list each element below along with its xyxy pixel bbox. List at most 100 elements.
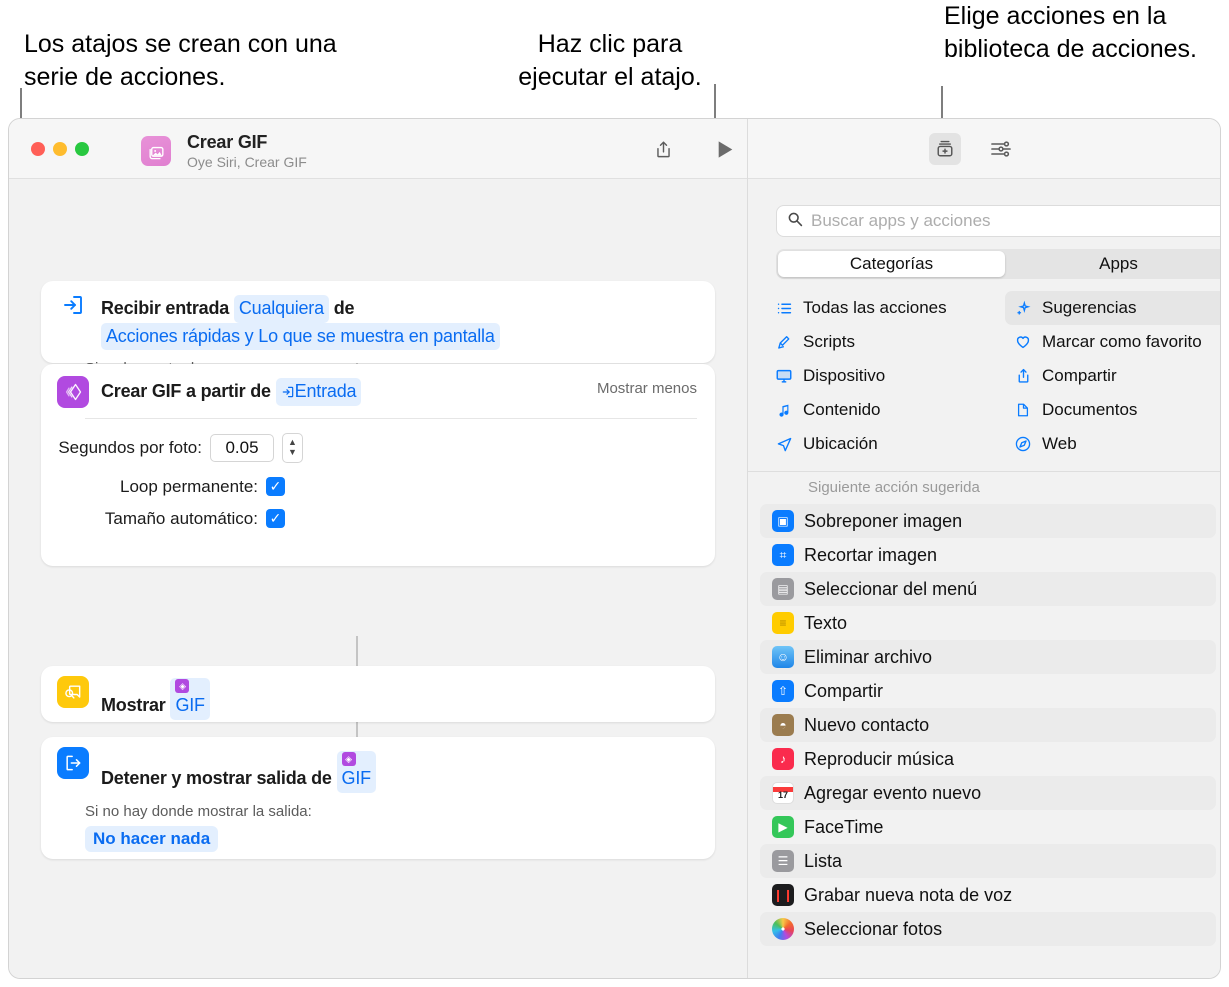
- list-item-label: Texto: [804, 613, 847, 634]
- shortcuts-gif-icon: [57, 376, 89, 408]
- category-marcar-como-favorito[interactable]: Marcar como favorito: [1005, 325, 1221, 359]
- param-seconds-per-photo[interactable]: Segundos por foto: 0.05 ▲▼: [41, 433, 303, 463]
- action-token-gif[interactable]: ◈GIF: [170, 678, 209, 720]
- close-window-button[interactable]: [31, 142, 45, 156]
- loop-forever-checkbox[interactable]: ✓: [266, 477, 285, 496]
- action-title-part: Crear GIF a partir de: [101, 381, 271, 401]
- action-library-panel: Buscar apps y acciones Categorías Apps T…: [748, 179, 1220, 978]
- action-divider: [85, 418, 697, 419]
- gif-variable-icon: ◈: [342, 752, 356, 766]
- token-no-hacer-nada[interactable]: No hacer nada: [85, 826, 218, 852]
- category-label: Compartir: [1042, 366, 1117, 386]
- search-icon: [787, 211, 803, 232]
- contacts-icon: ◓: [772, 714, 794, 736]
- finder-icon: ☺: [772, 646, 794, 668]
- suggestions-header: Siguiente acción sugerida: [808, 479, 980, 496]
- category-label: Sugerencias: [1042, 298, 1137, 318]
- music-note-icon: [774, 402, 794, 419]
- shortcut-details-button[interactable]: [985, 133, 1017, 165]
- action-card-stop-and-output[interactable]: Detener y mostrar salida de ◈GIF Si no h…: [41, 737, 715, 859]
- category-documentos[interactable]: Documentos: [1005, 393, 1221, 427]
- action-library-button[interactable]: [929, 133, 961, 165]
- display-icon: [774, 367, 794, 385]
- list-bullet-icon: [774, 300, 794, 317]
- list-icon: ☰: [772, 850, 794, 872]
- share-button[interactable]: [647, 133, 679, 165]
- list-item[interactable]: ♪ Reproducir música: [760, 742, 1216, 776]
- search-field[interactable]: Buscar apps y acciones: [776, 205, 1221, 237]
- scripts-icon: [774, 334, 794, 351]
- auto-size-checkbox[interactable]: ✓: [266, 509, 285, 528]
- action-card-quick-look[interactable]: Mostrar ◈GIF: [41, 666, 715, 722]
- sparkles-icon: [1013, 300, 1033, 317]
- callout-left: Los atajos se crean con una serie de acc…: [24, 28, 354, 93]
- callout-right: Elige acciones en la biblioteca de accio…: [944, 0, 1214, 65]
- list-item[interactable]: ❙❙ Grabar nueva nota de voz: [760, 878, 1216, 912]
- minimize-window-button[interactable]: [53, 142, 67, 156]
- text-icon: ≡: [772, 612, 794, 634]
- category-label: Marcar como favorito: [1042, 332, 1202, 352]
- category-label: Todas las acciones: [803, 298, 947, 318]
- category-todas-las-acciones[interactable]: Todas las acciones: [766, 291, 1005, 325]
- list-item-label: Sobreponer imagen: [804, 511, 962, 532]
- action-card-make-gif[interactable]: Crear GIF a partir de Entrada Mostrar me…: [41, 364, 715, 566]
- param-auto-size[interactable]: Tamaño automático: ✓: [41, 509, 285, 529]
- list-item[interactable]: 17 Agregar evento nuevo: [760, 776, 1216, 810]
- action-token-gif[interactable]: ◈GIF: [337, 751, 376, 793]
- overlay-image-icon: ▣: [772, 510, 794, 532]
- voice-memos-icon: ❙❙: [772, 884, 794, 906]
- category-web[interactable]: Web: [1005, 427, 1221, 461]
- window-toolbar: Crear GIF Oye Siri, Crear GIF: [9, 119, 1220, 179]
- list-item-label: Seleccionar fotos: [804, 919, 942, 940]
- token-label: Entrada: [295, 381, 357, 401]
- facetime-icon: ▶: [772, 816, 794, 838]
- category-compartir[interactable]: Compartir: [1005, 359, 1221, 393]
- action-token-input-type[interactable]: Cualquiera: [234, 295, 329, 323]
- list-item[interactable]: ☰ Lista: [760, 844, 1216, 878]
- action-connector: [356, 636, 358, 666]
- list-item[interactable]: ⌗ Recortar imagen: [760, 538, 1216, 572]
- action-title: Detener y mostrar salida de ◈GIF: [101, 751, 699, 793]
- list-item-label: Reproducir música: [804, 749, 954, 770]
- list-item[interactable]: ▶ FaceTime: [760, 810, 1216, 844]
- category-dispositivo[interactable]: Dispositivo: [766, 359, 1005, 393]
- param-label: Segundos por foto:: [58, 438, 202, 458]
- show-less-toggle[interactable]: Mostrar menos: [597, 380, 697, 397]
- menu-select-icon: ▤: [772, 578, 794, 600]
- list-item[interactable]: ▤ Seleccionar del menú: [760, 572, 1216, 606]
- list-item[interactable]: ⇧ Compartir: [760, 674, 1216, 708]
- list-item[interactable]: Seleccionar fotos: [760, 912, 1216, 946]
- seconds-per-photo-input[interactable]: 0.05: [210, 434, 274, 462]
- action-card-receive-input[interactable]: Recibir entrada Cualquiera de Acciones r…: [41, 281, 715, 363]
- heart-icon: [1013, 333, 1033, 351]
- run-shortcut-button[interactable]: [709, 133, 741, 165]
- category-contenido[interactable]: Contenido: [766, 393, 1005, 427]
- list-item-label: Nuevo contacto: [804, 715, 929, 736]
- document-title: Crear GIF: [187, 132, 267, 153]
- category-label: Dispositivo: [803, 366, 885, 386]
- list-item-label: FaceTime: [804, 817, 883, 838]
- param-loop-forever[interactable]: Loop permanente: ✓: [41, 477, 285, 497]
- action-title-part: Mostrar: [101, 695, 166, 715]
- action-token-input-sources[interactable]: Acciones rápidas y Lo que se muestra en …: [101, 323, 500, 351]
- traffic-lights: [31, 142, 89, 156]
- category-sugerencias[interactable]: Sugerencias: [1005, 291, 1221, 325]
- search-placeholder: Buscar apps y acciones: [811, 211, 991, 231]
- list-item[interactable]: ≡ Texto: [760, 606, 1216, 640]
- token-label: GIF: [175, 695, 204, 715]
- list-item[interactable]: ◓ Nuevo contacto: [760, 708, 1216, 742]
- category-label: Web: [1042, 434, 1077, 454]
- library-tabs[interactable]: Categorías Apps: [776, 249, 1221, 279]
- crop-image-icon: ⌗: [772, 544, 794, 566]
- list-item[interactable]: ☺ Eliminar archivo: [760, 640, 1216, 674]
- tab-categorias[interactable]: Categorías: [778, 251, 1005, 277]
- action-token-row: No hacer nada: [85, 826, 715, 866]
- tab-apps[interactable]: Apps: [1005, 251, 1221, 277]
- category-ubicacion[interactable]: Ubicación: [766, 427, 1005, 461]
- category-scripts[interactable]: Scripts: [766, 325, 1005, 359]
- list-item[interactable]: ▣ Sobreponer imagen: [760, 504, 1216, 538]
- stop-output-icon: [57, 747, 89, 779]
- zoom-window-button[interactable]: [75, 142, 89, 156]
- seconds-stepper[interactable]: ▲▼: [282, 433, 303, 463]
- action-token-entrada[interactable]: Entrada: [276, 378, 362, 406]
